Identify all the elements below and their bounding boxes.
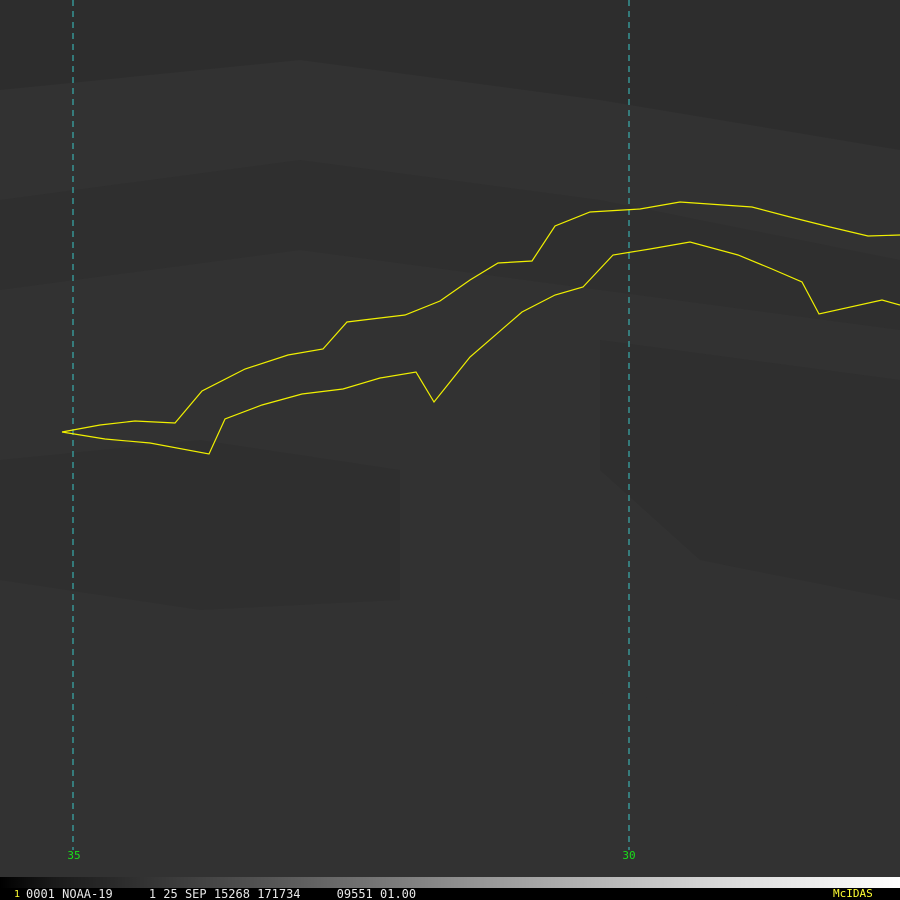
frame-number: 1 (14, 889, 21, 900)
satellite-image-frame: 35 30 1 0001 NOAA-19 1 25 SEP 15268 1717… (0, 0, 900, 900)
status-bar: 1 0001 NOAA-19 1 25 SEP 15268 171734 095… (0, 888, 900, 900)
image-info-text: 0001 NOAA-19 1 25 SEP 15268 171734 09551… (26, 887, 417, 900)
coastline-north (61, 201, 900, 433)
longitude-label-30: 30 (622, 849, 636, 862)
longitude-label-35: 35 (67, 849, 81, 862)
mcidas-brand: McIDAS (833, 887, 873, 900)
map-overlay (61, 0, 900, 850)
